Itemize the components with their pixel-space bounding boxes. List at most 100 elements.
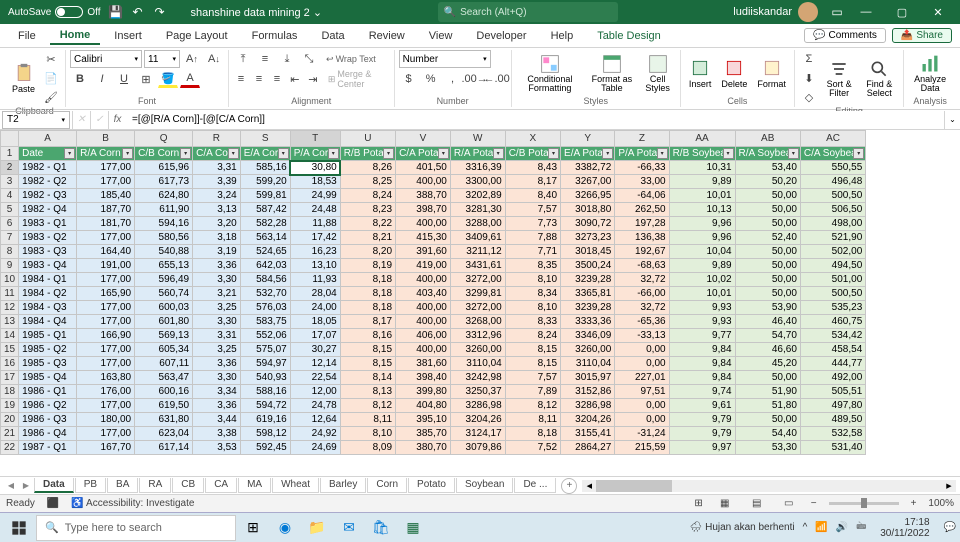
cell[interactable]: 3202,89 (450, 189, 505, 203)
cell[interactable]: 399,80 (396, 385, 451, 399)
cell[interactable]: 3124,17 (450, 427, 505, 441)
cell[interactable]: 9,61 (669, 399, 735, 413)
cell[interactable]: 501,00 (800, 273, 865, 287)
conditional-formatting-button[interactable]: Conditional Formatting (516, 52, 585, 95)
cell[interactable]: 560,74 (135, 287, 193, 301)
sheet-tab[interactable]: BA (107, 478, 138, 493)
cell[interactable]: 623,04 (135, 427, 193, 441)
cell[interactable]: 177,00 (77, 273, 135, 287)
filter-button[interactable]: ▾ (602, 148, 613, 159)
mail-icon[interactable]: ✉ (334, 515, 364, 541)
cell[interactable]: 3239,28 (561, 273, 615, 287)
cell[interactable]: 7,73 (505, 217, 560, 231)
cell[interactable]: 3242,98 (450, 371, 505, 385)
cell[interactable]: 10,02 (669, 273, 735, 287)
col-header-B[interactable]: B (77, 131, 135, 147)
cell[interactable]: 497,80 (800, 399, 865, 413)
cell[interactable]: 3286,98 (450, 399, 505, 413)
increase-font-button[interactable]: A↑ (182, 50, 202, 68)
cell[interactable]: 550,55 (800, 161, 865, 175)
fx-button[interactable]: fx (108, 111, 126, 129)
col-header-A[interactable]: A (19, 131, 77, 147)
cell[interactable]: 1985 - Q4 (19, 371, 77, 385)
cell[interactable]: 11,93 (290, 273, 340, 287)
cell[interactable]: 3204,26 (561, 413, 615, 427)
cell[interactable]: 3,36 (193, 259, 241, 273)
row-header-11[interactable]: 11 (1, 287, 19, 301)
sort-filter-button[interactable]: Sort & Filter (821, 57, 857, 100)
cell[interactable]: 381,60 (396, 357, 451, 371)
number-format-select[interactable]: Number▾ (399, 50, 491, 68)
cell[interactable]: 215,59 (615, 441, 669, 455)
cell[interactable]: 540,93 (240, 371, 290, 385)
cell[interactable]: 9,79 (669, 427, 735, 441)
italic-button[interactable]: I (92, 70, 112, 88)
user-account[interactable]: ludiiskandar (733, 2, 818, 22)
col-header-V[interactable]: V (396, 131, 451, 147)
sheet-tab[interactable]: CB (172, 478, 204, 493)
sheet-tab[interactable]: De ... (514, 478, 556, 493)
cell[interactable]: 3286,98 (561, 399, 615, 413)
cell[interactable]: 52,40 (735, 231, 800, 245)
table-header-cell[interactable]: R/B Potato▾ (340, 147, 395, 161)
cell[interactable]: 3266,95 (561, 189, 615, 203)
cell[interactable]: 51,90 (735, 385, 800, 399)
cell[interactable]: 181,70 (77, 217, 135, 231)
cell[interactable]: 1986 - Q2 (19, 399, 77, 413)
tab-developer[interactable]: Developer (466, 28, 536, 44)
align-middle-button[interactable]: ≡ (255, 50, 275, 68)
cell[interactable]: 8,11 (340, 413, 395, 427)
cell[interactable]: 24,99 (290, 189, 340, 203)
cell[interactable]: 53,40 (735, 161, 800, 175)
cell[interactable]: 3,36 (193, 399, 241, 413)
cell[interactable]: 594,16 (135, 217, 193, 231)
cell[interactable]: 600,16 (135, 385, 193, 399)
cell[interactable]: 600,03 (135, 301, 193, 315)
cell[interactable]: 3281,30 (450, 203, 505, 217)
worksheet-grid[interactable]: ABQRSTUVWXYZAAABAC1Date▾R/A Corn▾C/B Cor… (0, 130, 960, 476)
cell[interactable]: 3260,00 (450, 343, 505, 357)
cell[interactable]: 33,00 (615, 175, 669, 189)
cell[interactable]: 1984 - Q3 (19, 301, 77, 315)
cell[interactable]: 50,00 (735, 259, 800, 273)
row-header-7[interactable]: 7 (1, 231, 19, 245)
cell[interactable]: 9,97 (669, 441, 735, 455)
cell[interactable]: 1982 - Q1 (19, 161, 77, 175)
cell[interactable]: 24,78 (290, 399, 340, 413)
cell[interactable]: 227,01 (615, 371, 669, 385)
analyze-data-button[interactable]: Analyze Data (908, 52, 952, 95)
cell[interactable]: 8,10 (505, 301, 560, 315)
document-name[interactable]: shanshine data mining 2 ⌄ (191, 6, 323, 19)
filter-button[interactable]: ▾ (228, 148, 239, 159)
cell[interactable]: 531,40 (800, 441, 865, 455)
cell[interactable]: 588,16 (240, 385, 290, 399)
col-header-W[interactable]: W (450, 131, 505, 147)
find-select-button[interactable]: Find & Select (859, 57, 899, 100)
tab-table-design[interactable]: Table Design (587, 28, 671, 44)
comma-format-button[interactable]: , (443, 70, 463, 88)
cell[interactable]: 10,04 (669, 245, 735, 259)
cell[interactable]: 13,10 (290, 259, 340, 273)
cell[interactable]: 177,00 (77, 175, 135, 189)
cell[interactable]: 191,00 (77, 259, 135, 273)
cell[interactable]: 502,00 (800, 245, 865, 259)
cell[interactable]: 10,13 (669, 203, 735, 217)
cell[interactable]: 489,50 (800, 413, 865, 427)
cell[interactable]: 46,60 (735, 343, 800, 357)
cell[interactable]: 3015,97 (561, 371, 615, 385)
cell[interactable]: 642,03 (240, 259, 290, 273)
cell[interactable]: 599,81 (240, 189, 290, 203)
cell[interactable]: 24,00 (290, 301, 340, 315)
cell[interactable]: 9,96 (669, 217, 735, 231)
row-header-14[interactable]: 14 (1, 329, 19, 343)
cell[interactable]: 592,45 (240, 441, 290, 455)
cell[interactable]: 0,00 (615, 343, 669, 357)
cell[interactable]: 12,64 (290, 413, 340, 427)
cell[interactable]: 16,23 (290, 245, 340, 259)
table-header-cell[interactable]: Date▾ (19, 147, 77, 161)
close-button[interactable]: ✕ (920, 0, 956, 24)
cell[interactable]: 617,73 (135, 175, 193, 189)
tab-page-layout[interactable]: Page Layout (156, 28, 238, 44)
cell[interactable]: 619,50 (135, 399, 193, 413)
cell[interactable]: 12,14 (290, 357, 340, 371)
